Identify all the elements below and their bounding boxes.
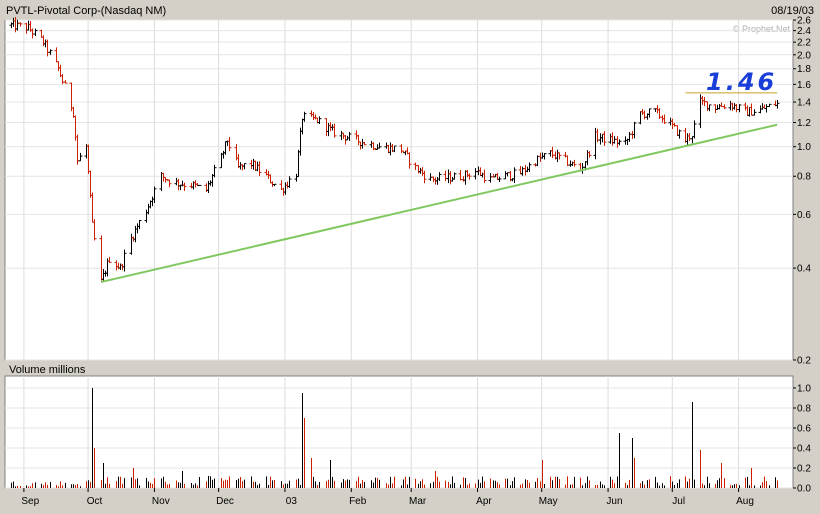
x-tick-label: Mar xyxy=(409,496,427,507)
price-tick-label: 2.6 xyxy=(797,16,811,27)
volume-tick-label: 0.8 xyxy=(797,404,811,415)
x-tick-label: Feb xyxy=(349,496,367,507)
x-tick-label: May xyxy=(539,496,558,507)
chart-title: PVTL-Pivotal Corp-(Nasdaq NM) xyxy=(6,5,166,17)
volume-tick-label: 0.0 xyxy=(797,484,811,495)
x-tick-label: Sep xyxy=(21,496,39,507)
x-tick-label: Oct xyxy=(87,496,103,507)
volume-tick-label: 0.6 xyxy=(797,424,811,435)
price-panel xyxy=(4,19,794,361)
volume-panel xyxy=(4,375,794,489)
price-tick-label: 0.8 xyxy=(797,172,811,183)
x-tick-label: Jun xyxy=(606,496,622,507)
price-tick-label: 0.4 xyxy=(797,264,811,275)
volume-title: Volume millions xyxy=(9,364,86,376)
price-tick-label: 0.2 xyxy=(797,356,811,367)
volume-tick-label: 1.0 xyxy=(797,384,811,395)
x-tick-label: 03 xyxy=(286,496,298,507)
price-tick-label: 0.6 xyxy=(797,210,811,221)
price-tick-label: 1.8 xyxy=(797,64,811,75)
price-tick-label: 1.4 xyxy=(797,98,811,109)
x-tick-label: Apr xyxy=(476,496,492,507)
price-tick-label: 2.4 xyxy=(797,26,811,37)
stock-chart: PVTL-Pivotal Corp-(Nasdaq NM) 08/19/03 ©… xyxy=(0,0,820,514)
price-tick-label: 1.6 xyxy=(797,80,811,91)
price-tick-label: 1.2 xyxy=(797,118,811,129)
volume-tick-label: 0.4 xyxy=(797,444,811,455)
x-tick-label: Aug xyxy=(736,496,754,507)
handwritten-annotation: 1.46 xyxy=(706,68,777,96)
x-tick-label: Dec xyxy=(216,496,234,507)
volume-tick-label: 0.2 xyxy=(797,464,811,475)
x-tick-label: Nov xyxy=(152,496,170,507)
price-tick-label: 2.0 xyxy=(797,50,811,61)
price-tick-label: 2.2 xyxy=(797,38,811,49)
x-tick-label: Jul xyxy=(672,496,685,507)
price-tick-label: 1.0 xyxy=(797,142,811,153)
watermark: © Prophet.Net xyxy=(733,24,791,34)
